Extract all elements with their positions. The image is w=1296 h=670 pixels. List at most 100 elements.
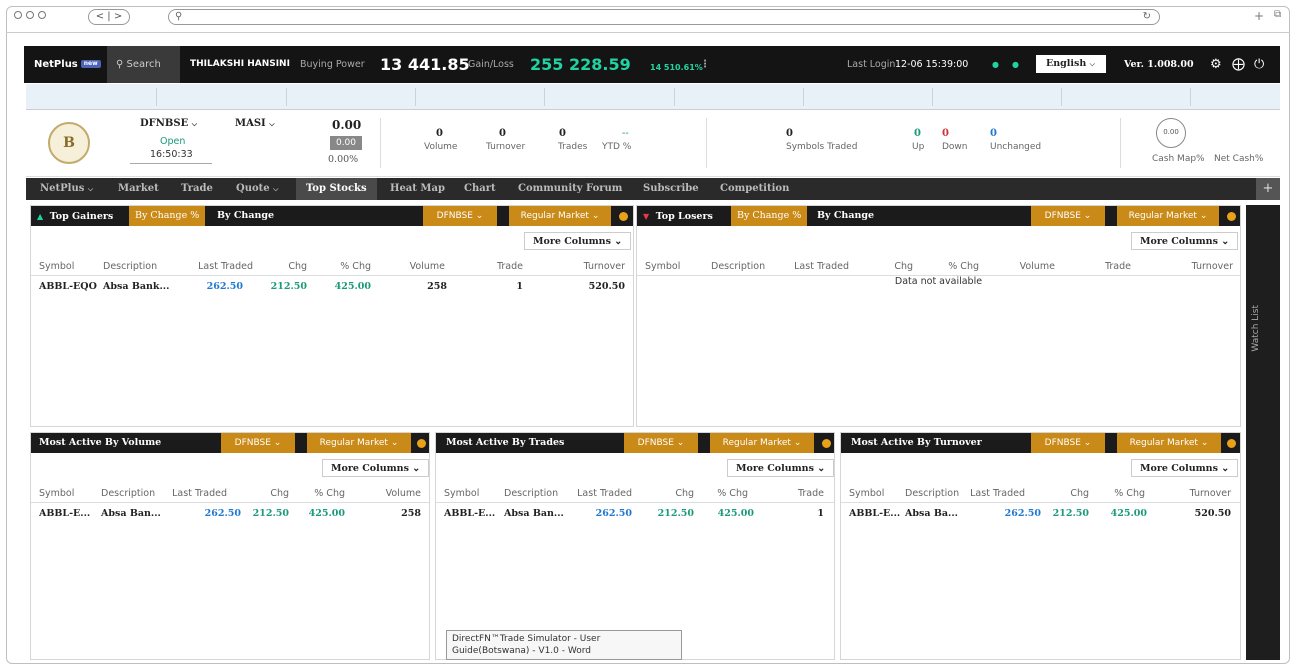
col-description[interactable]: Description: [711, 258, 765, 276]
more-columns-button[interactable]: More Columns ⌄: [1131, 232, 1239, 250]
index-select[interactable]: MASI ⌵: [235, 118, 275, 129]
more-columns-button[interactable]: More Columns ⌄: [322, 459, 430, 477]
col-volume[interactable]: Volume: [997, 258, 1055, 276]
top-gainers-title: ▲ Top Gainers: [37, 211, 114, 222]
nav-trade[interactable]: Trade: [181, 178, 213, 200]
col-description[interactable]: Description: [103, 258, 157, 276]
market-dropdown[interactable]: Regular Market ⌄: [509, 206, 611, 226]
table-header: Symbol Description Last Traded Chg % Chg…: [637, 258, 1240, 276]
exchange-dropdown[interactable]: DFNBSE ⌄: [221, 433, 295, 453]
col-turnover[interactable]: Turnover: [543, 258, 625, 276]
col-chg[interactable]: Chg: [257, 258, 307, 276]
col-chg[interactable]: Chg: [863, 258, 913, 276]
col-symbol[interactable]: Symbol: [645, 258, 680, 276]
col-chg[interactable]: Chg: [1041, 485, 1089, 503]
most-active-trades-panel: Most Active By Trades DFNBSE ⌄ Regular M…: [435, 432, 835, 660]
col-description[interactable]: Description: [504, 485, 558, 503]
search-icon: ⚲: [116, 59, 124, 70]
connection-status-icon: ●: [992, 60, 999, 69]
more-columns-button[interactable]: More Columns ⌄: [524, 232, 632, 250]
col-last-traded[interactable]: Last Traded: [161, 485, 227, 503]
symbols-traded-value: 0: [786, 128, 793, 139]
exchange-select[interactable]: DFNBSE ⌵: [140, 118, 197, 129]
col-pct-chg[interactable]: % Chg: [919, 258, 979, 276]
more-vertical-icon[interactable]: ⋮: [700, 46, 710, 83]
col-last-traded[interactable]: Last Traded: [961, 485, 1025, 503]
col-trade[interactable]: Trade: [766, 485, 824, 503]
col-last-traded[interactable]: Last Traded: [566, 485, 632, 503]
col-symbol[interactable]: Symbol: [444, 485, 479, 503]
nav-competition[interactable]: Competition: [720, 178, 789, 200]
copy-icon[interactable]: ⧉: [1274, 9, 1281, 20]
market-dropdown[interactable]: Regular Market ⌄: [710, 433, 814, 453]
tab-by-change-pct[interactable]: By Change %: [129, 206, 206, 226]
col-volume[interactable]: Volume: [361, 485, 421, 503]
market-dropdown[interactable]: Regular Market ⌄: [1117, 206, 1219, 226]
trades-label: Trades: [558, 142, 588, 152]
col-trade[interactable]: Trade: [463, 258, 523, 276]
market-dropdown[interactable]: Regular Market ⌄: [307, 433, 411, 453]
more-columns-button[interactable]: More Columns ⌄: [727, 459, 835, 477]
reload-icon[interactable]: ↻: [1143, 11, 1151, 22]
back-forward-buttons[interactable]: < | >: [88, 9, 130, 25]
status-dot-icon: [1227, 439, 1236, 448]
nav-chart[interactable]: Chart: [464, 178, 496, 200]
app-header: NetPlus new ⚲ Search THILAKSHI HANSINI Bu…: [24, 46, 1280, 83]
watch-list-sidebar[interactable]: Watch List: [1246, 205, 1280, 660]
new-tab-icon[interactable]: +: [1254, 9, 1264, 23]
nav-community-forum[interactable]: Community Forum: [518, 178, 622, 200]
status-dot-icon: [619, 212, 628, 221]
col-turnover[interactable]: Turnover: [1157, 485, 1231, 503]
col-pct-chg[interactable]: % Chg: [295, 485, 345, 503]
col-last-traded[interactable]: Last Traded: [767, 258, 849, 276]
exchange-dropdown[interactable]: DFNBSE ⌄: [423, 206, 497, 226]
col-trade[interactable]: Trade: [1071, 258, 1131, 276]
col-turnover[interactable]: Turnover: [1151, 258, 1233, 276]
col-description[interactable]: Description: [905, 485, 959, 503]
power-icon[interactable]: ⏻: [1254, 46, 1264, 83]
col-symbol[interactable]: Symbol: [39, 258, 74, 276]
nav-heat-map[interactable]: Heat Map: [390, 178, 445, 200]
user-name[interactable]: THILAKSHI HANSINI: [190, 46, 290, 83]
turnover-value: 0: [499, 128, 506, 139]
nav-netplus[interactable]: NetPlus ⌵: [40, 178, 93, 200]
col-chg[interactable]: Chg: [646, 485, 694, 503]
col-volume[interactable]: Volume: [387, 258, 445, 276]
nav-top-stocks[interactable]: Top Stocks: [296, 178, 377, 200]
minimize-dot-icon[interactable]: [26, 11, 34, 19]
tab-by-change[interactable]: By Change: [211, 206, 280, 226]
gear-icon[interactable]: ⚙: [1210, 46, 1222, 83]
add-tab-button[interactable]: +: [1256, 178, 1280, 200]
exchange-dropdown[interactable]: DFNBSE ⌄: [624, 433, 698, 453]
col-last-traded[interactable]: Last Traded: [171, 258, 253, 276]
window-controls: [14, 11, 50, 22]
exchange-dropdown[interactable]: DFNBSE ⌄: [1031, 206, 1105, 226]
language-select[interactable]: English ⌵: [1036, 55, 1106, 73]
col-symbol[interactable]: Symbol: [849, 485, 884, 503]
col-chg[interactable]: Chg: [241, 485, 289, 503]
col-pct-chg[interactable]: % Chg: [311, 258, 371, 276]
tab-by-change-pct[interactable]: By Change %: [731, 206, 808, 226]
main-nav: NetPlus ⌵ Market Trade Quote ⌵ Top Stock…: [26, 178, 1280, 200]
gain-loss-pct: 14 510.61%: [650, 63, 703, 72]
tab-by-change[interactable]: By Change: [811, 206, 880, 226]
col-pct-chg[interactable]: % Chg: [698, 485, 748, 503]
address-bar[interactable]: ⚲ ↻: [168, 9, 1160, 25]
volume-value: 0: [436, 128, 443, 139]
table-header: Symbol Description Last Traded Chg % Chg…: [31, 258, 633, 276]
search-button[interactable]: ⚲ Search: [107, 46, 180, 83]
volume-label: Volume: [424, 142, 458, 152]
fullscreen-icon[interactable]: ⨁: [1232, 46, 1245, 83]
col-description[interactable]: Description: [101, 485, 155, 503]
col-pct-chg[interactable]: % Chg: [1097, 485, 1145, 503]
brand-logo[interactable]: NetPlus new: [34, 46, 101, 83]
col-symbol[interactable]: Symbol: [39, 485, 74, 503]
more-columns-button[interactable]: More Columns ⌄: [1131, 459, 1239, 477]
exchange-dropdown[interactable]: DFNBSE ⌄: [1031, 433, 1105, 453]
maximize-dot-icon[interactable]: [38, 11, 46, 19]
market-dropdown[interactable]: Regular Market ⌄: [1117, 433, 1221, 453]
nav-quote[interactable]: Quote ⌵: [236, 178, 278, 200]
nav-subscribe[interactable]: Subscribe: [643, 178, 699, 200]
nav-market[interactable]: Market: [118, 178, 159, 200]
close-dot-icon[interactable]: [14, 11, 22, 19]
